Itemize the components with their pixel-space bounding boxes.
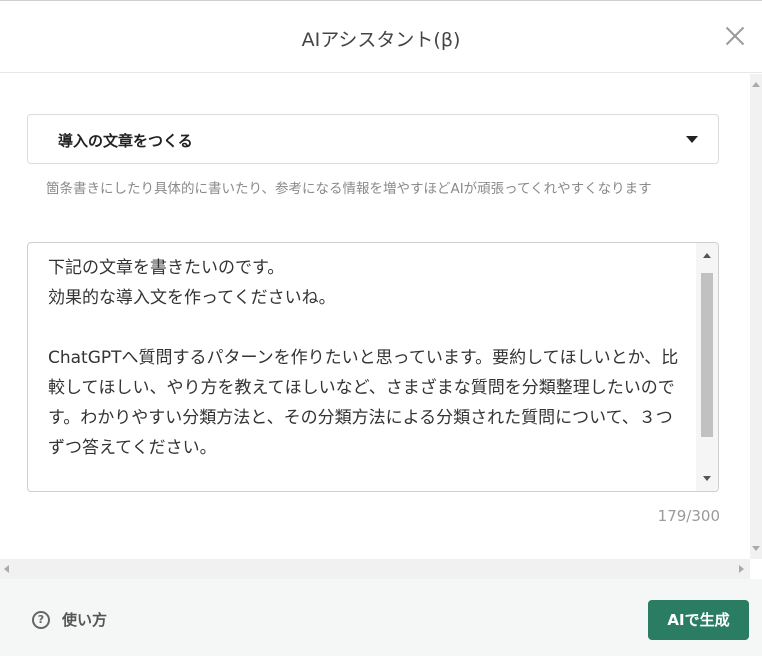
textarea-scrollbar[interactable] xyxy=(696,243,718,491)
template-select-value: 導入の文章をつくる xyxy=(58,132,193,150)
dialog-title: AIアシスタント(β) xyxy=(301,29,461,51)
help-circle-icon: ? xyxy=(32,610,50,629)
close-icon[interactable] xyxy=(724,25,746,47)
scroll-down-icon[interactable] xyxy=(752,546,760,551)
prompt-textarea-container: 下記の文章を書きたいのです。 効果的な導入文を作ってくださいね。 ChatGPT… xyxy=(27,242,719,492)
template-select[interactable]: 導入の文章をつくる xyxy=(27,114,719,164)
dialog-header: AIアシスタント(β) xyxy=(0,1,762,73)
dialog-content: 導入の文章をつくる 箇条書きにしたり具体的に書いたり、参考になる情報を増やすほど… xyxy=(0,74,750,559)
generate-button[interactable]: AIで生成 xyxy=(648,600,749,640)
help-link-label: 使い方 xyxy=(62,611,108,629)
scroll-right-icon[interactable] xyxy=(739,565,744,573)
prompt-textarea[interactable]: 下記の文章を書きたいのです。 効果的な導入文を作ってくださいね。 ChatGPT… xyxy=(48,253,688,463)
help-text: 箇条書きにしたり具体的に書いたり、参考になる情報を増やすほどAIが頑張ってくれや… xyxy=(46,181,652,197)
scrollbar-thumb[interactable] xyxy=(701,273,713,437)
help-link[interactable]: ? 使い方 xyxy=(32,609,107,630)
scroll-up-icon[interactable] xyxy=(752,82,760,87)
dialog-footer: ? 使い方 AIで生成 xyxy=(0,579,762,656)
dialog-horizontal-scrollbar[interactable] xyxy=(0,559,750,579)
dialog-vertical-scrollbar[interactable] xyxy=(750,74,762,559)
scroll-up-icon[interactable] xyxy=(703,253,711,258)
caret-down-icon xyxy=(686,136,698,143)
scroll-down-icon[interactable] xyxy=(703,476,711,481)
scroll-left-icon[interactable] xyxy=(4,565,9,573)
ai-assistant-dialog: AIアシスタント(β) 導入の文章をつくる 箇条書きにしたり具体的に書いたり、参… xyxy=(0,0,762,656)
character-counter: 179/300 xyxy=(657,507,720,525)
